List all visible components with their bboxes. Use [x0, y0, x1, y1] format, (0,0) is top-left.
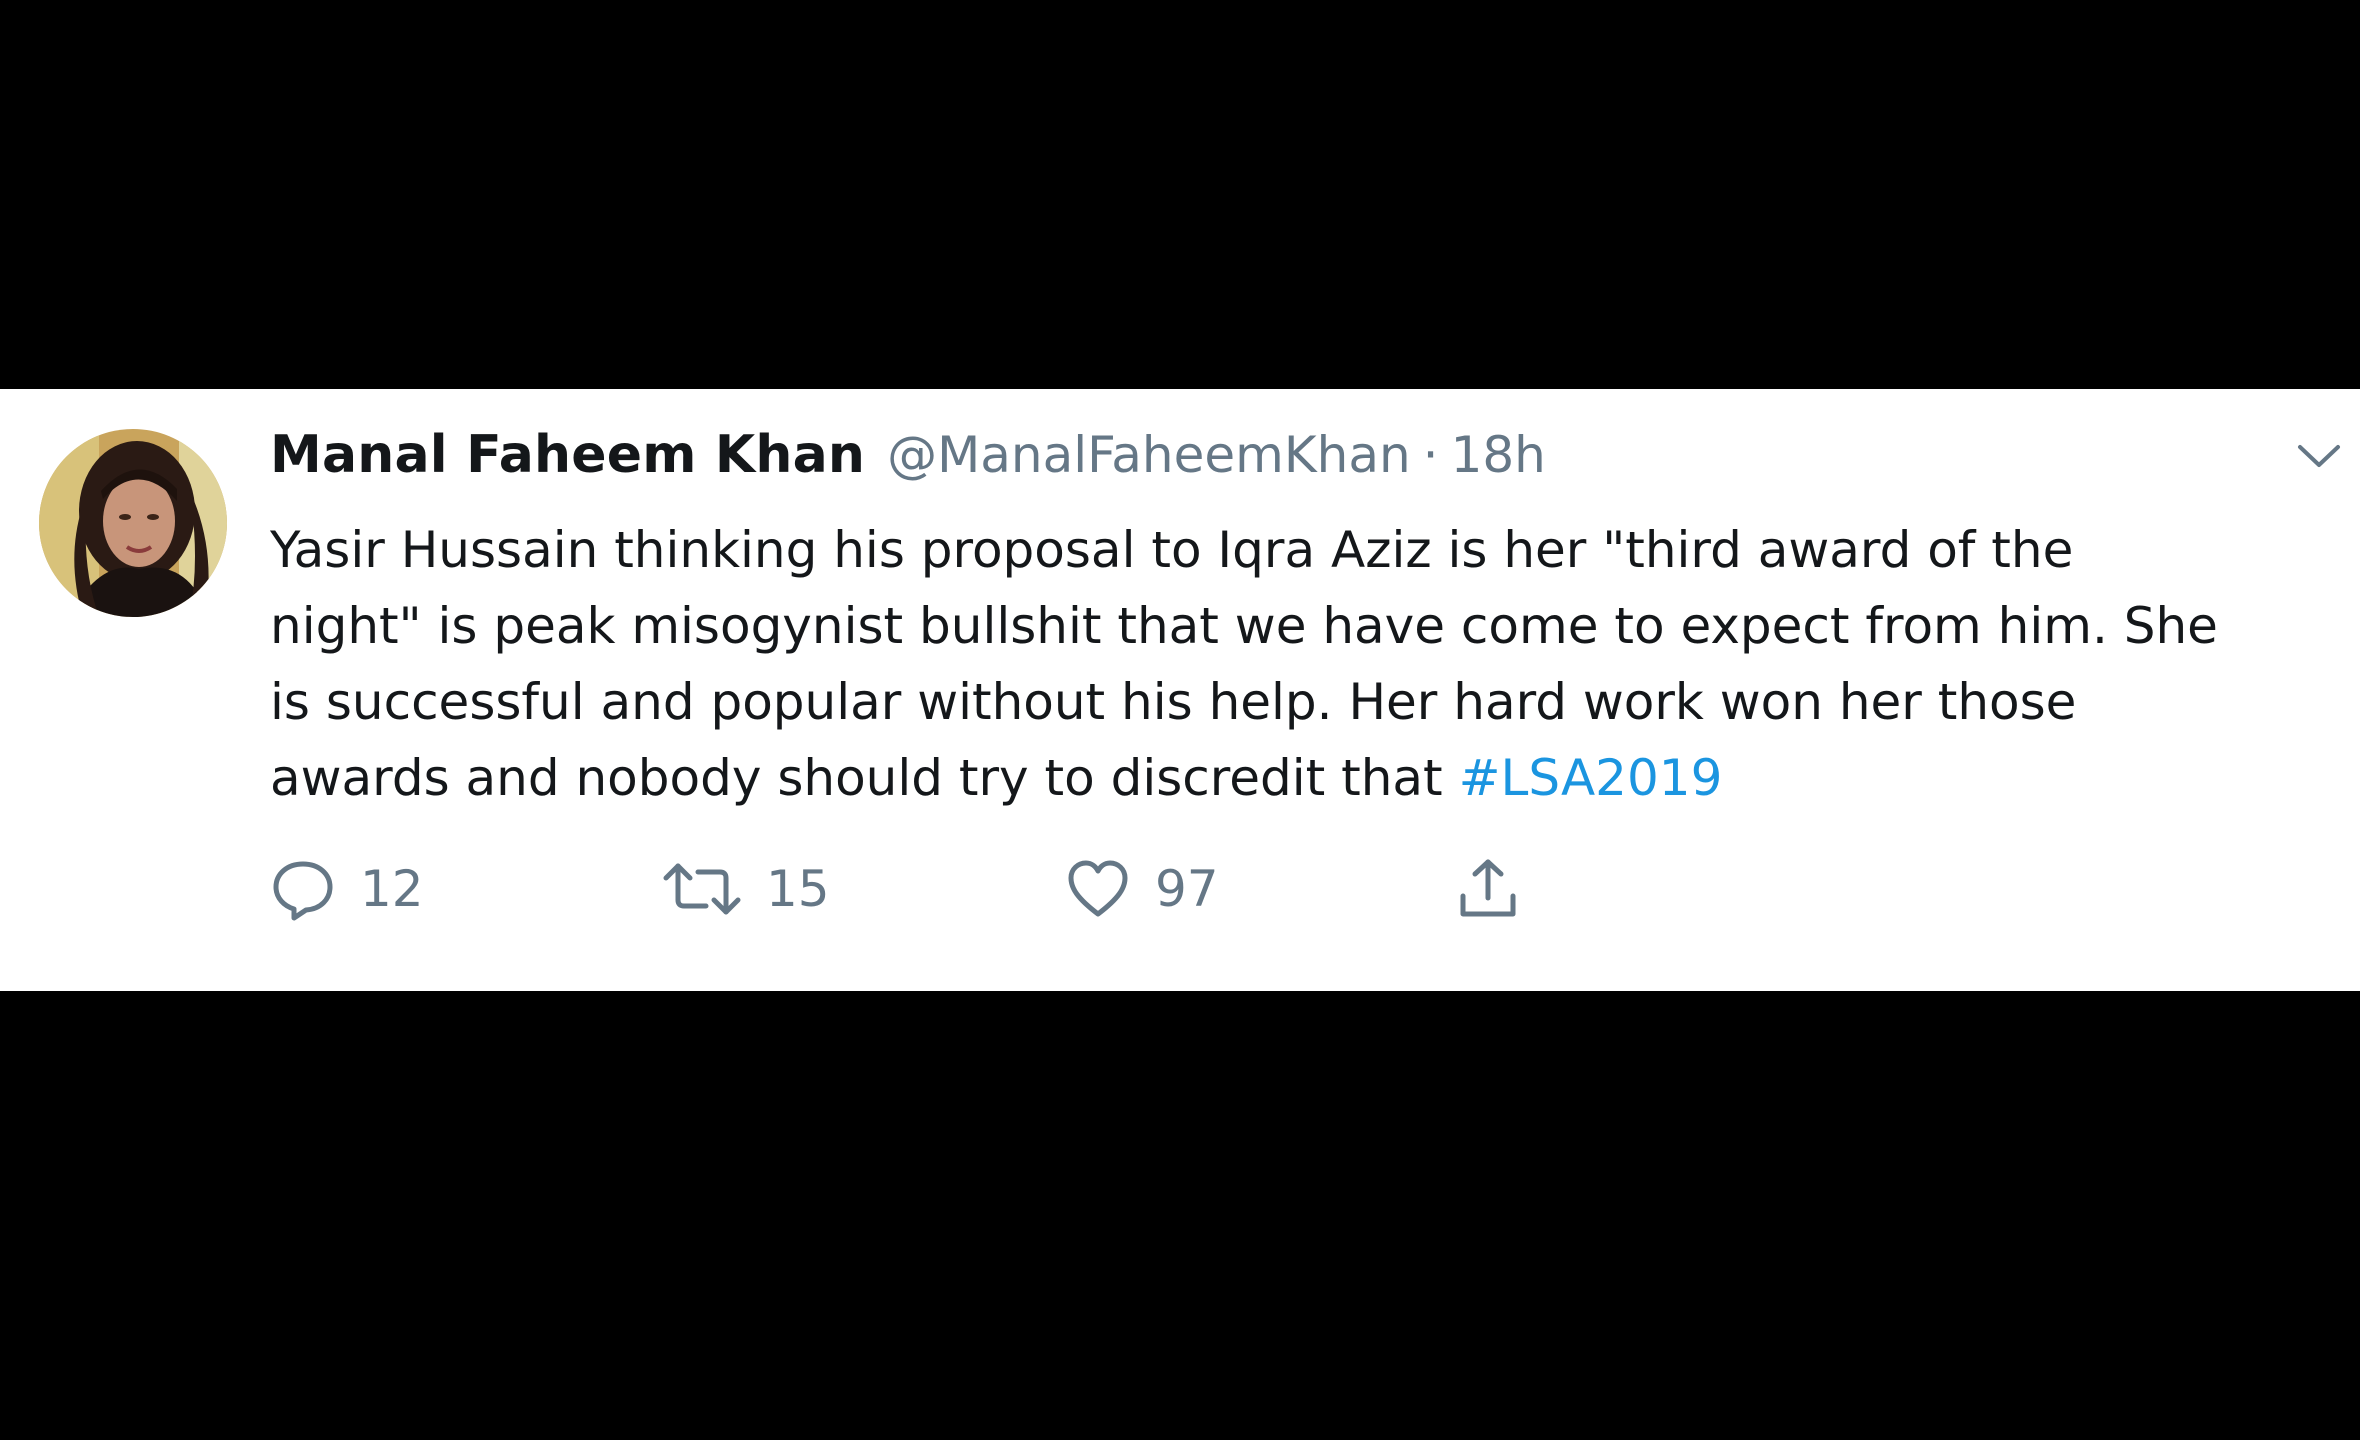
avatar[interactable]: [39, 429, 227, 617]
share-button[interactable]: [1455, 854, 1521, 924]
display-name[interactable]: Manal Faheem Khan: [270, 425, 865, 485]
tweet-card[interactable]: Manal Faheem Khan @ManalFaheemKhan · 18h…: [0, 389, 2360, 991]
separator-dot: ·: [1422, 426, 1439, 484]
tweet-text-line: night" is peak misogynist bullshit that …: [270, 597, 2218, 655]
reply-button[interactable]: 12: [270, 854, 424, 924]
heart-icon: [1068, 860, 1128, 917]
like-button[interactable]: 97: [1065, 854, 1219, 924]
reply-count: 12: [360, 860, 424, 918]
chevron-down-icon: [2298, 445, 2340, 467]
tweet-text-line: is successful and popular without his he…: [270, 673, 2077, 731]
tweet-text-line-last: awards and nobody should try to discredi…: [270, 740, 2350, 816]
like-count: 97: [1155, 860, 1219, 918]
share-icon: [1460, 859, 1516, 917]
user-handle[interactable]: @ManalFaheemKhan: [887, 426, 1411, 484]
top-black-band: [0, 0, 2360, 389]
hashtag-link[interactable]: #LSA2019: [1459, 749, 1723, 807]
tweet-header: Manal Faheem Khan @ManalFaheemKhan · 18h: [270, 425, 1546, 485]
retweet-count: 15: [766, 860, 830, 918]
more-options-button[interactable]: [2296, 441, 2342, 471]
tweet-text-line: Yasir Hussain thinking his proposal to I…: [270, 521, 2074, 579]
retweet-icon: [663, 863, 741, 915]
retweet-button[interactable]: 15: [662, 854, 830, 924]
tweet-text: Yasir Hussain thinking his proposal to I…: [270, 512, 2350, 816]
tweet-text-line: awards and nobody should try to discredi…: [270, 749, 1459, 807]
avatar-photo: [39, 429, 227, 617]
reply-icon: [273, 861, 333, 921]
timestamp[interactable]: 18h: [1451, 426, 1546, 484]
bottom-black-band: [0, 991, 2360, 1440]
